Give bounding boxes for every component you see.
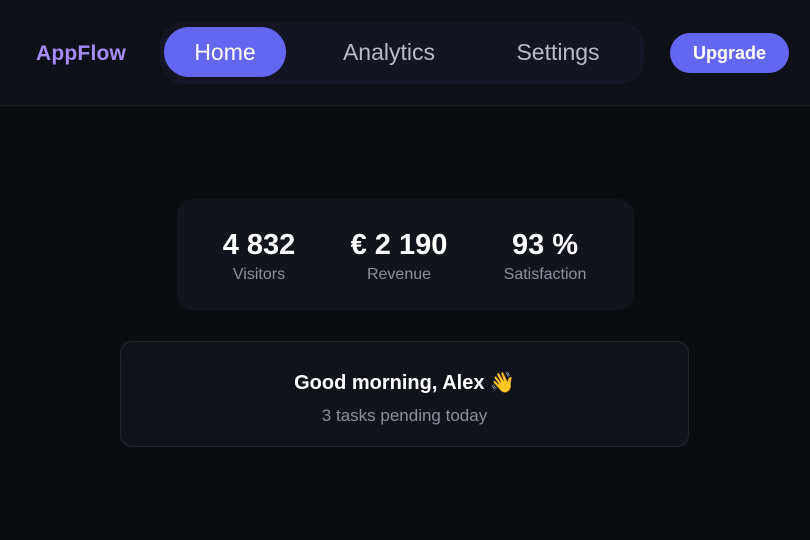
stat-label: Satisfaction xyxy=(503,266,587,283)
stat-revenue: € 2 190 Revenue xyxy=(336,227,462,285)
stat-label: Revenue xyxy=(366,266,432,283)
stat-value: € 2 190 xyxy=(350,229,448,261)
stat-value: 4 832 xyxy=(222,229,296,261)
greeting-card: Good morning, Alex 👋 3 tasks pending tod… xyxy=(120,341,689,447)
upgrade-button[interactable]: Upgrade xyxy=(670,33,789,73)
greeting-subtitle: 3 tasks pending today xyxy=(321,406,488,425)
greeting-title: Good morning, Alex 👋 xyxy=(294,372,515,394)
app-logo[interactable]: AppFlow xyxy=(36,41,126,67)
tab-home[interactable]: Home xyxy=(164,27,286,77)
stat-label: Visitors xyxy=(232,266,286,283)
tab-settings[interactable]: Settings xyxy=(494,27,622,77)
tab-analytics[interactable]: Analytics xyxy=(318,27,460,77)
stat-visitors: 4 832 Visitors xyxy=(200,227,318,285)
top-navigation-bar: AppFlow Home Analytics Settings Upgrade xyxy=(0,0,810,106)
stat-value: 93 % xyxy=(511,229,579,261)
stat-satisfaction: 93 % Satisfaction xyxy=(488,227,602,285)
